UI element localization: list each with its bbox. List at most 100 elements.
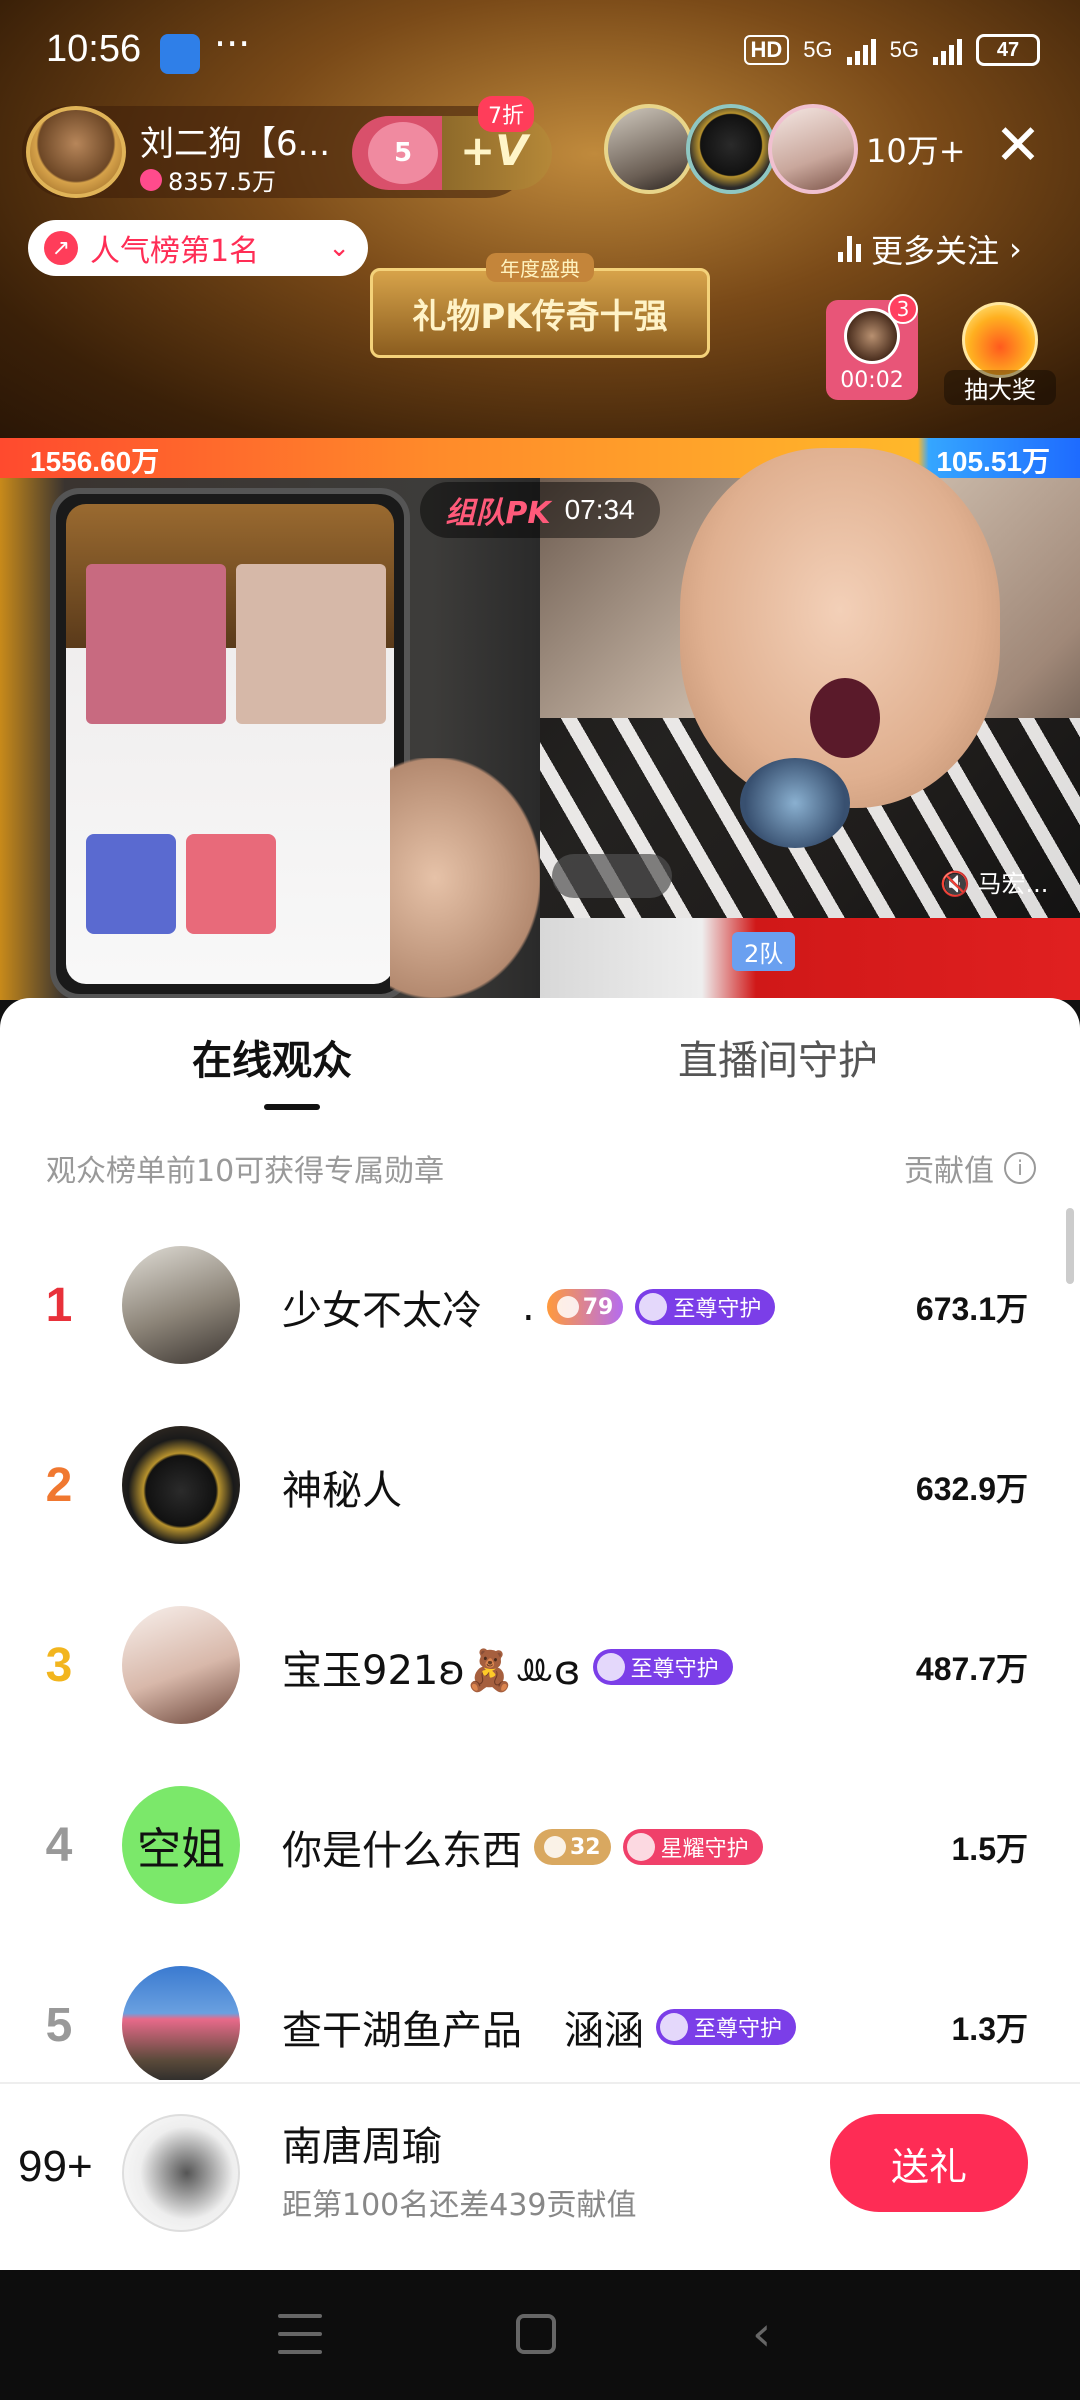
host-avatar[interactable]: [26, 106, 126, 198]
avatar[interactable]: [122, 1606, 240, 1724]
home-icon[interactable]: [516, 2314, 556, 2354]
team-pk-logo: 组队PK: [445, 496, 551, 531]
user-name: 查干湖鱼产品: [282, 2008, 522, 2054]
avatar[interactable]: [122, 1246, 240, 1364]
pk-right-score: 105.51万: [936, 446, 1050, 477]
close-icon[interactable]: ✕: [990, 118, 1046, 174]
guard-gem-icon: [596, 1653, 625, 1681]
status-bar: 10:56 ··· HD 5G 5G 47: [0, 0, 1080, 100]
video-left-stream[interactable]: [0, 478, 540, 1000]
pk-video-area[interactable]: 🔇 马宏... 2队: [0, 448, 1080, 1000]
trend-icon: ↗: [44, 231, 78, 265]
list-item[interactable]: 1 少女不太冷 . 79 至尊守护 673.1万: [0, 1216, 1080, 1396]
heart-icon: [140, 168, 162, 191]
level-badge: 32: [534, 1829, 611, 1865]
contribution-header[interactable]: 贡献值 i: [904, 1146, 1036, 1190]
more-notifications-icon: ···: [214, 22, 251, 66]
system-nav-bar: ‹: [0, 2270, 1080, 2400]
contribution-value: 1.3万: [951, 2011, 1029, 2047]
viewer-avatar[interactable]: [604, 104, 694, 194]
gift-count-badge: 3: [888, 294, 918, 324]
send-gift-button[interactable]: 送礼: [830, 2114, 1028, 2212]
avatar[interactable]: [122, 2114, 240, 2232]
contribution-value: 632.9万: [915, 1471, 1028, 1507]
my-rank: 99+: [18, 2142, 93, 2191]
pk-time: 07:34: [564, 494, 635, 525]
back-icon[interactable]: ‹: [752, 2310, 771, 2358]
info-icon[interactable]: i: [1004, 1152, 1036, 1184]
guard-badge: 星耀守护: [622, 1829, 763, 1865]
my-gap-text: 距第100名还差439贡献值: [282, 2188, 637, 2223]
signal-icon: [846, 35, 876, 65]
tab-underline: [264, 1104, 320, 1110]
sheet-tabs: 在线观众 直播间守护: [0, 1028, 1080, 1108]
contribution-value: 1.5万: [951, 1831, 1029, 1867]
status-time: 10:56: [46, 28, 142, 70]
box-icon: [544, 1836, 566, 1858]
audience-sheet: 在线观众 直播间守护 观众榜单前10可获得专属勋章 贡献值 i 1 少女不太冷 …: [0, 998, 1080, 2270]
avatar[interactable]: [122, 1426, 240, 1544]
list-item[interactable]: 5 查干湖鱼产品 涵涵 至尊守护 1.3万: [0, 1936, 1080, 2080]
countdown-gift-box[interactable]: 3 00:02: [826, 294, 918, 400]
lottery-button[interactable]: 抽大奖: [944, 300, 1056, 405]
popularity-rank-pill[interactable]: ↗ 人气榜第1名 ⌄: [28, 220, 368, 276]
join-plus-v: +V: [460, 126, 528, 175]
contribution-value: 673.1万: [915, 1291, 1028, 1327]
stream-overlay-pill: [552, 854, 672, 898]
status-indicators: HD 5G 5G 47: [743, 34, 1040, 66]
user-name: 神秘人: [282, 1468, 402, 1514]
list-item[interactable]: 3 宝玉921ʚ🧸ꔛɞ 至尊守护 487.7万: [0, 1576, 1080, 1756]
event-banner-title: 礼物PK传奇十强: [412, 296, 668, 337]
event-banner[interactable]: 年度盛典 礼物PK传奇十强: [370, 253, 710, 358]
top-viewer-avatars[interactable]: [604, 104, 864, 196]
guard-badge: 至尊守护: [656, 2009, 797, 2045]
lottery-orb-icon: [962, 302, 1038, 378]
fan-level-badge: 5: [368, 122, 438, 184]
audience-rank-list[interactable]: 1 少女不太冷 . 79 至尊守护 673.1万 2 神秘人 632.9万 3 …: [0, 1216, 1080, 2080]
more-follow-label: 更多关注: [871, 232, 1000, 270]
chevron-right-icon: ›: [1009, 230, 1022, 268]
recents-icon[interactable]: [278, 2314, 322, 2354]
avatar[interactable]: 空姐: [122, 1786, 240, 1904]
host-info[interactable]: 刘二狗【6... 8357.5万 5 +V: [22, 106, 552, 198]
guard-gem-icon: [660, 2013, 688, 2041]
video-right-stream[interactable]: 🔇 马宏...: [540, 448, 1080, 918]
list-item[interactable]: 2 神秘人 632.9万: [0, 1396, 1080, 1576]
rank-number: 5: [45, 1999, 73, 2052]
host-fans-count: 8357.5万: [168, 168, 276, 196]
user-name-row: 宝玉921ʚ🧸ꔛɞ 至尊守护: [282, 1638, 733, 1696]
user-name: 你是什么东西: [282, 1828, 522, 1874]
app-notification-icon: [160, 34, 200, 74]
level-badge: 79: [546, 1289, 624, 1325]
team-badge: 2队: [732, 932, 796, 971]
guard-badge: 至尊守护: [635, 1289, 776, 1325]
video-team2-stream[interactable]: 2队: [540, 918, 1080, 1000]
user-name-row: 神秘人: [282, 1458, 402, 1516]
rank-number: 4: [45, 1819, 73, 1872]
chevron-down-icon: ⌄: [328, 233, 350, 263]
battery-icon: 47: [976, 34, 1040, 66]
list-item[interactable]: 4 空姐 你是什么东西 32 星耀守护 1.5万: [0, 1756, 1080, 1936]
host-fans: 8357.5万: [140, 162, 276, 197]
phone-in-video: [50, 488, 410, 1000]
user-name-row: 你是什么东西 32 星耀守护: [282, 1818, 763, 1876]
leaderboard-hint: 观众榜单前10可获得专属勋章: [46, 1154, 445, 1189]
signal-icon-2: [933, 35, 962, 65]
bar-chart-icon: [838, 236, 861, 262]
viewer-count[interactable]: 10万+: [866, 126, 966, 172]
viewer-avatar[interactable]: [768, 104, 858, 194]
user-name-suffix: .: [522, 1284, 535, 1330]
guard-gem-icon: [626, 1833, 655, 1861]
popularity-rank-text: 人气榜第1名: [90, 234, 260, 269]
discount-tag: 7折: [478, 96, 534, 132]
mute-streamer-label[interactable]: 🔇 马宏...: [940, 864, 1048, 899]
contribution-label: 贡献值: [904, 1154, 994, 1189]
viewer-avatar[interactable]: [686, 104, 776, 194]
avatar[interactable]: [122, 1966, 240, 2080]
tab-online-audience[interactable]: 在线观众: [192, 1028, 352, 1086]
more-follow-link[interactable]: 更多关注 ›: [838, 226, 1022, 272]
guard-badge: 至尊守护: [592, 1649, 733, 1685]
user-name-row: 查干湖鱼产品 涵涵 至尊守护: [282, 1998, 797, 2056]
my-name: 南唐周瑜: [282, 2124, 442, 2170]
tab-room-guard[interactable]: 直播间守护: [678, 1028, 878, 1086]
